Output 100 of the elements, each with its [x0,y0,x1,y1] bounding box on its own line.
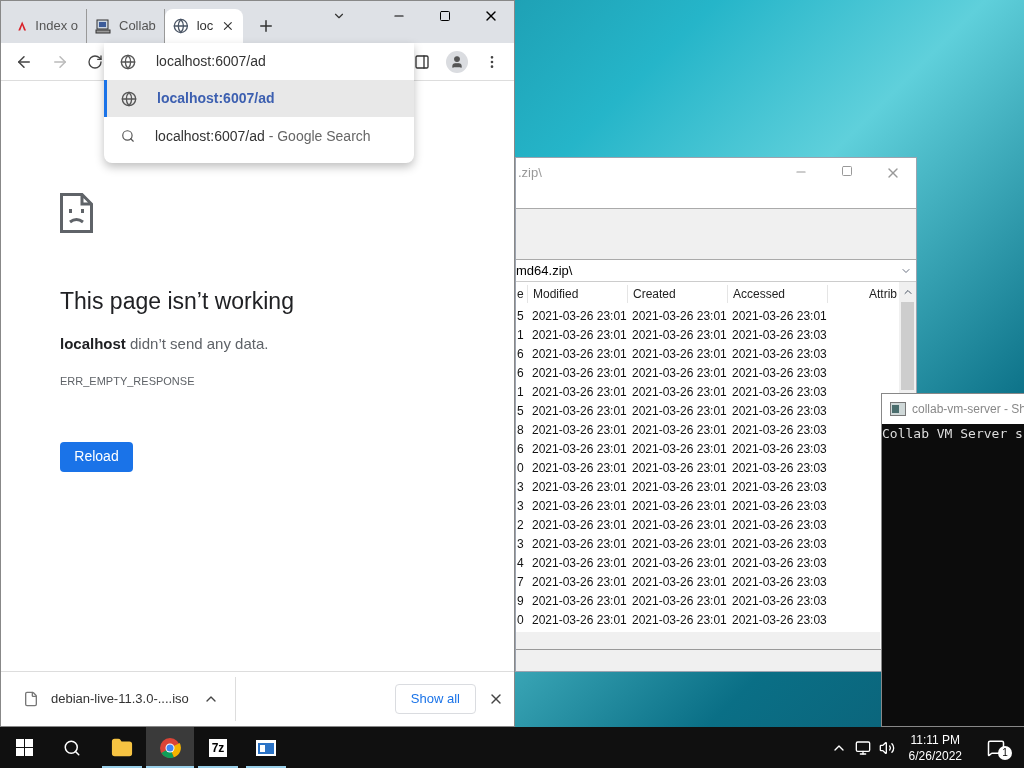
table-cell-text: 2021-03-26 23:03 [731,592,827,610]
table-cell-text: 2021-03-26 23:01 [631,345,727,363]
table-cell-text: 6 [516,364,525,382]
table-cell-text: 2021-03-26 23:01 [531,364,627,382]
globe-icon [120,53,136,70]
table-cell-text: 2021-03-26 23:01 [631,592,727,610]
maximize-icon[interactable] [439,10,451,22]
search-icon [63,738,81,757]
table-cell-text: 2021-03-26 23:03 [731,402,827,420]
profile-avatar[interactable] [446,50,468,73]
column-header[interactable]: Accessed [727,285,827,303]
table-cell-text: 9 [516,592,525,610]
console-icon [890,402,906,416]
globe-icon [121,90,137,107]
table-cell-text: 4 [516,554,525,572]
table-cell-text: 2021-03-26 23:01 [631,478,727,496]
browser-tab[interactable]: Index o [9,9,87,43]
table-cell-text: 2021-03-26 23:01 [531,554,627,572]
table-cell-text: 2021-03-26 23:01 [531,383,627,401]
table-cell-text: 2021-03-26 23:03 [731,497,827,515]
sad-page-icon [60,193,93,233]
table-cell-text: 2021-03-26 23:01 [531,535,627,553]
table-cell-text: 2021-03-26 23:03 [731,345,827,363]
column-header[interactable]: e [516,285,527,303]
table-cell-text: 2021-03-26 23:01 [531,326,627,344]
table-cell-text: 2021-03-26 23:03 [731,421,827,439]
table-cell-text: 2021-03-26 23:01 [631,383,727,401]
reload-button[interactable]: Reload [60,441,133,472]
close-tab-icon[interactable] [221,19,235,33]
table-cell-text: 3 [516,497,525,515]
taskbar-app-button[interactable] [146,727,194,768]
column-header[interactable]: Created [627,285,727,303]
download-filename: debian-live-11.3.0-....iso [51,690,189,709]
table-cell-text: 2021-03-26 23:03 [731,440,827,458]
computer-icon [95,18,111,34]
table-cell-text: 0 [516,459,525,477]
table-cell-text: 2021-03-26 23:01 [631,307,727,325]
table-cell-text: 2021-03-26 23:01 [631,459,727,477]
table-cell-text: 2021-03-26 23:03 [731,535,827,553]
notifications-button[interactable]: 1 [976,738,1016,757]
console-output: Collab VM Server s [882,425,1024,443]
table-cell-text: 2021-03-26 23:01 [531,440,627,458]
browser-tab[interactable]: loc [165,9,243,43]
table-cell-text: 2021-03-26 23:03 [731,364,827,382]
volume-icon[interactable] [878,739,895,756]
scrollbar-thumb[interactable] [901,302,914,390]
file-icon [23,691,39,707]
table-cell-text: 2021-03-26 23:01 [631,573,727,591]
table-cell-text: 2021-03-26 23:01 [531,497,627,515]
window-icon [255,738,277,757]
table-cell-text: 2021-03-26 23:01 [631,535,727,553]
error-message: localhost didn’t send any data. [60,333,270,354]
table-cell-text: 2021-03-26 23:03 [731,573,827,591]
table-cell-text: 2021-03-26 23:01 [631,326,727,344]
table-cell-text: 5 [516,402,525,420]
table-cell-text: 2021-03-26 23:01 [631,497,727,515]
taskbar-app-button[interactable]: 7z [194,727,242,768]
table-cell-text: 2021-03-26 23:01 [731,307,827,325]
table-cell-text: 3 [516,535,525,553]
column-header[interactable]: Modified [527,285,627,303]
table-cell-text: 2021-03-26 23:01 [631,421,727,439]
table-cell-text: 2021-03-26 23:01 [531,516,627,534]
table-cell-text: 6 [516,345,525,363]
table-cell-text: 7 [516,573,525,591]
table-cell-text: 2021-03-26 23:01 [531,345,627,363]
suggestion-item[interactable]: localhost:6007/ad - Google Search [104,117,414,155]
table-cell-text: 2021-03-26 23:03 [731,478,827,496]
notification-count: 1 [998,745,1012,760]
reload-icon[interactable] [87,53,103,70]
table-cell-text: 2 [516,516,525,534]
table-cell-text: 2021-03-26 23:01 [531,307,627,325]
table-cell-text: 2021-03-26 23:03 [731,611,827,629]
table-cell-text: 2021-03-26 23:01 [631,440,727,458]
table-cell-text: 2021-03-26 23:01 [531,459,627,477]
notifications-icon [987,738,1005,757]
side-panel-icon[interactable] [414,53,430,70]
address-field[interactable]: localhost:6007/ad [104,43,414,80]
address-field[interactable]: md64.zip\ [516,260,916,282]
horizontal-scrollbar[interactable] [516,632,880,649]
network-icon[interactable] [854,739,871,756]
table-cell-text: 3 [516,478,525,496]
windows-logo-icon [15,739,33,756]
table-cell-text: 1 [516,383,525,401]
table-cell-text: 1 [516,326,525,344]
app-logo-text: 7z [208,738,228,757]
error-code: ERR_EMPTY_RESPONSE [60,374,196,389]
folder-icon [111,736,133,759]
table-cell-text: 6 [516,440,525,458]
table-cell-text: 2021-03-26 23:01 [531,402,627,420]
table-cell-text: 2021-03-26 23:01 [631,554,727,572]
table-cell-text: 2021-03-26 23:03 [731,516,827,534]
table-cell-text: 2021-03-26 23:01 [631,516,727,534]
table-cell-text: 2021-03-26 23:03 [731,383,827,401]
table-cell-text: 2021-03-26 23:03 [731,326,827,344]
error-title: This page isn’t working [60,287,295,316]
show-all-button[interactable]: Show all [394,684,476,714]
table-cell-text: 2021-03-26 23:01 [631,402,727,420]
new-tab-icon[interactable] [257,17,275,35]
suggestion-item[interactable]: localhost:6007/ad [104,80,414,117]
clock[interactable]: 11:11 PM 6/26/2022 [902,731,968,764]
